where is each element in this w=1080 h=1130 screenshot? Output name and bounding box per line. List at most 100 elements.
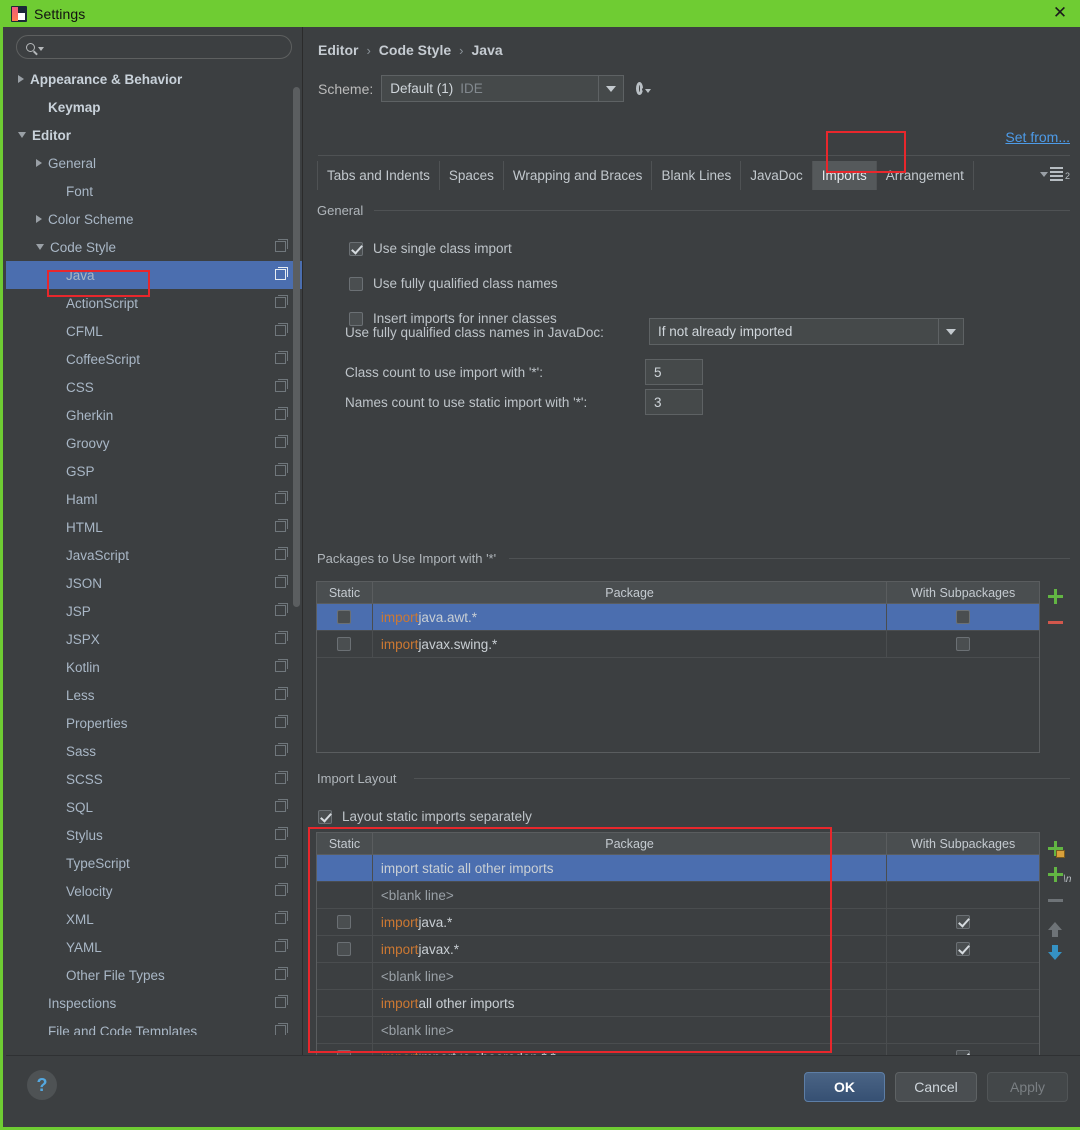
copy-settings-icon[interactable] [275, 827, 288, 840]
table-row[interactable]: import static all other imports [317, 855, 1039, 882]
checkbox-use-single-class-import[interactable]: Use single class import [349, 241, 512, 256]
packages-table[interactable]: Static Package With Subpackages import java… [316, 581, 1040, 753]
sidebar-item-velocity[interactable]: Velocity [6, 877, 302, 905]
table-row[interactable]: import java.* [317, 909, 1039, 936]
search-input[interactable] [44, 40, 291, 54]
cell-package[interactable]: import static all other imports [373, 855, 888, 881]
cell-static[interactable] [317, 936, 373, 962]
sidebar-item-color-scheme[interactable]: Color Scheme [6, 205, 302, 233]
column-header[interactable]: Static [317, 833, 373, 854]
cell-static[interactable] [317, 990, 373, 1016]
sidebar-item-java[interactable]: Java [6, 261, 302, 289]
checkbox-box[interactable] [318, 809, 332, 824]
ok-button[interactable]: OK [804, 1072, 885, 1102]
copy-settings-icon[interactable] [275, 715, 288, 728]
set-from-link[interactable]: Set from... [1005, 129, 1070, 145]
static-checkbox[interactable] [337, 915, 352, 929]
sidebar-item-coffeescript[interactable]: CoffeeScript [6, 345, 302, 373]
sidebar-item-html[interactable]: HTML [6, 513, 302, 541]
sidebar-item-other-file-types[interactable]: Other File Types [6, 961, 302, 989]
chevron-right-icon[interactable] [36, 215, 42, 223]
sidebar-item-general[interactable]: General [6, 149, 302, 177]
copy-settings-icon[interactable] [275, 491, 288, 504]
sidebar-item-sql[interactable]: SQL [6, 793, 302, 821]
cell-package[interactable]: <blank line> [373, 963, 888, 989]
cell-with-subpackages[interactable] [887, 604, 1039, 630]
column-header[interactable]: Package [373, 582, 888, 603]
table-row[interactable]: import javax.* [317, 936, 1039, 963]
sidebar-item-gsp[interactable]: GSP [6, 457, 302, 485]
copy-settings-icon[interactable] [275, 547, 288, 560]
sidebar-item-yaml[interactable]: YAML [6, 933, 302, 961]
cancel-button[interactable]: Cancel [895, 1072, 977, 1102]
copy-settings-icon[interactable] [275, 967, 288, 980]
table-empty-row[interactable] [317, 712, 1039, 739]
tab-tabs-and-indents[interactable]: Tabs and Indents [317, 161, 440, 190]
cell-with-subpackages[interactable] [887, 631, 1039, 657]
chevron-down-icon[interactable] [36, 244, 44, 250]
sidebar-item-actionscript[interactable]: ActionScript [6, 289, 302, 317]
column-header[interactable]: Package [373, 833, 888, 854]
tab-arrangement[interactable]: Arrangement [876, 161, 974, 190]
breadcrumb-part-code-style[interactable]: Code Style [379, 42, 451, 58]
copy-settings-icon[interactable] [275, 435, 288, 448]
cell-with-subpackages[interactable] [887, 1017, 1039, 1043]
column-header[interactable]: With Subpackages [887, 833, 1039, 854]
with-subpackages-checkbox[interactable] [956, 915, 971, 929]
copy-settings-icon[interactable] [275, 463, 288, 476]
remove-entry-button[interactable] [1042, 887, 1068, 913]
cell-static[interactable] [317, 604, 373, 630]
tab-imports[interactable]: Imports [812, 161, 877, 190]
table-row[interactable]: <blank line> [317, 963, 1039, 990]
cell-package[interactable]: import javax.* [373, 936, 888, 962]
apply-button[interactable]: Apply [987, 1072, 1068, 1102]
column-header[interactable]: With Subpackages [887, 582, 1039, 603]
checkbox-box[interactable] [349, 241, 363, 256]
sidebar-item-file-and-code-templates[interactable]: File and Code Templates [6, 1017, 302, 1035]
breadcrumb-part-editor[interactable]: Editor [318, 42, 358, 58]
cell-package[interactable]: import all other imports [373, 990, 888, 1016]
tab-blank-lines[interactable]: Blank Lines [652, 161, 742, 190]
column-header[interactable]: Static [317, 582, 373, 603]
sidebar-item-cfml[interactable]: CFML [6, 317, 302, 345]
sidebar-item-javascript[interactable]: JavaScript [6, 541, 302, 569]
sidebar-item-font[interactable]: Font [6, 177, 302, 205]
cell-package[interactable]: import javax.swing.* [373, 631, 888, 657]
add-package-entry-button[interactable] [1042, 835, 1068, 861]
move-up-button[interactable] [1042, 913, 1068, 939]
table-empty-row[interactable] [317, 658, 1039, 685]
copy-settings-icon[interactable] [275, 939, 288, 952]
cell-package[interactable]: import java.awt.* [373, 604, 888, 630]
sidebar-item-less[interactable]: Less [6, 681, 302, 709]
cell-with-subpackages[interactable] [887, 882, 1039, 908]
sidebar-item-haml[interactable]: Haml [6, 485, 302, 513]
remove-package-button[interactable] [1042, 609, 1068, 635]
sidebar-item-stylus[interactable]: Stylus [6, 821, 302, 849]
copy-settings-icon[interactable] [275, 379, 288, 392]
sidebar-item-keymap[interactable]: Keymap [6, 93, 302, 121]
table-row[interactable]: import java.awt.* [317, 604, 1039, 631]
table-row[interactable]: import javax.swing.* [317, 631, 1039, 658]
sidebar-item-xml[interactable]: XML [6, 905, 302, 933]
sidebar-item-code-style[interactable]: Code Style [6, 233, 302, 261]
table-row[interactable]: <blank line> [317, 1017, 1039, 1044]
sidebar-item-jsp[interactable]: JSP [6, 597, 302, 625]
copy-settings-icon[interactable] [275, 323, 288, 336]
sidebar-item-groovy[interactable]: Groovy [6, 429, 302, 457]
help-button[interactable]: ? [27, 1070, 57, 1100]
copy-settings-icon[interactable] [275, 631, 288, 644]
add-package-button[interactable] [1042, 583, 1068, 609]
table-empty-row[interactable] [317, 685, 1039, 712]
cell-package[interactable]: <blank line> [373, 882, 888, 908]
copy-settings-icon[interactable] [275, 295, 288, 308]
cell-package[interactable]: import java.* [373, 909, 888, 935]
checkbox-insert-imports-inner-classes[interactable]: Insert imports for inner classes [349, 311, 557, 326]
with-subpackages-checkbox[interactable] [956, 610, 971, 624]
tab-overflow-button[interactable]: 2 [1039, 167, 1070, 181]
cell-with-subpackages[interactable] [887, 936, 1039, 962]
sidebar-item-css[interactable]: CSS [6, 373, 302, 401]
copy-settings-icon[interactable] [275, 407, 288, 420]
cell-static[interactable] [317, 882, 373, 908]
add-blank-line-button[interactable]: \n [1042, 861, 1072, 887]
move-down-button[interactable] [1042, 939, 1068, 965]
